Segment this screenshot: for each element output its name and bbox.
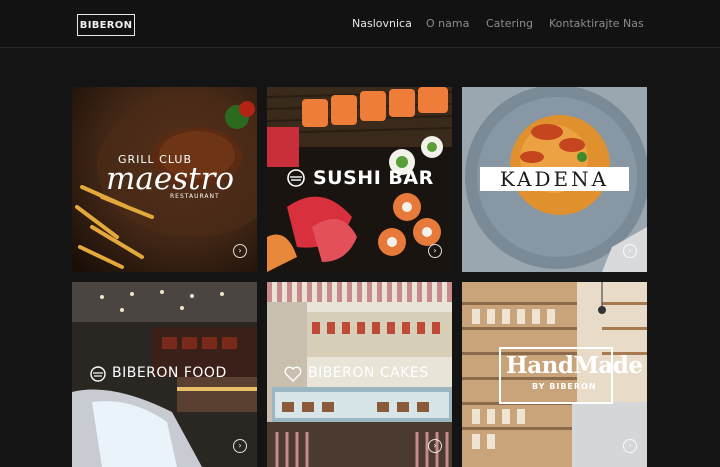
tile-sushi-bar[interactable]: SUSHI BAR › [267, 87, 452, 272]
chevron-right-icon[interactable]: › [428, 439, 442, 453]
heart-icon [284, 366, 302, 386]
nav-link-o-nama[interactable]: O nama [426, 17, 469, 30]
tile-subtitle-by-biberon: BY BIBERON [532, 382, 597, 391]
tile-title-handmade: HandMade [506, 352, 643, 379]
nav-link-kontakt[interactable]: Kontaktirajte Nas [549, 17, 644, 30]
tile-title-kadena: KADENA [480, 167, 629, 191]
tile-biberon-food[interactable]: BIBERON FOOD › [72, 282, 257, 467]
tile-title-sushi-bar: SUSHI BAR [313, 167, 434, 189]
nav-link-naslovnica[interactable]: Naslovnica [352, 17, 412, 30]
chevron-right-icon[interactable]: › [623, 439, 637, 453]
tile-title-biberon-cakes: BIBERON CAKES [308, 365, 429, 381]
tile-biberon-cakes[interactable]: BIBERON CAKES › [267, 282, 452, 467]
chevron-right-icon[interactable]: › [428, 244, 442, 258]
bowl-icon [287, 169, 305, 191]
chevron-right-icon[interactable]: › [623, 244, 637, 258]
site-logo[interactable]: BIBERON [77, 14, 135, 36]
tile-title-biberon-food: BIBERON FOOD [112, 365, 227, 381]
tile-title-maestro: maestro [106, 161, 235, 197]
chevron-right-icon[interactable]: › [233, 439, 247, 453]
tile-kadena[interactable]: KADENA › [462, 87, 647, 272]
tile-subtitle-restaurant: RESTAURANT [170, 193, 220, 200]
bowl-icon [90, 366, 106, 386]
tile-grill-club-maestro[interactable]: GRILL CLUB maestro RESTAURANT › [72, 87, 257, 272]
top-navbar: BIBERON Naslovnica O nama Catering Konta… [0, 0, 720, 48]
nav-link-catering[interactable]: Catering [486, 17, 533, 30]
tile-handmade-by-biberon[interactable]: HandMade BY BIBERON › [462, 282, 647, 467]
chevron-right-icon[interactable]: › [233, 244, 247, 258]
